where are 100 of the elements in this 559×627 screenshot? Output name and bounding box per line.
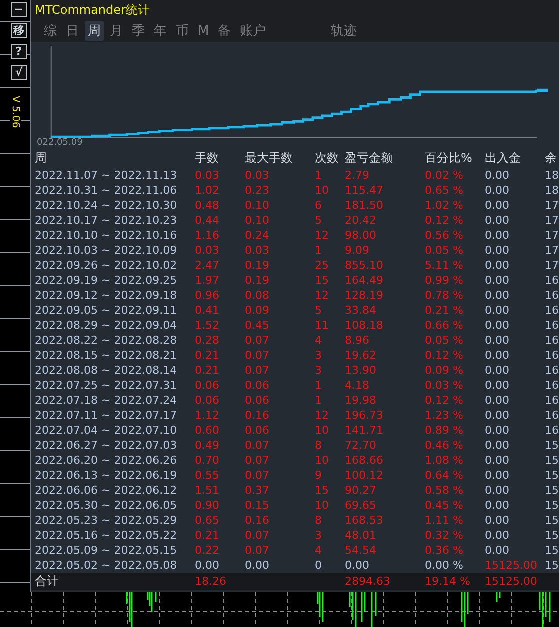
table-cell-text: 2022.09.26 ~ 2022.10.02 <box>35 258 178 273</box>
tab[interactable]: 备 <box>215 21 234 41</box>
tab[interactable]: 周 <box>85 21 104 41</box>
table-cell-text: 108.18 <box>345 318 384 333</box>
tab[interactable]: 日 <box>63 21 82 41</box>
table-cell: 15 <box>545 558 559 573</box>
table-cell-text: 2022.11.07 ~ 2022.11.13 <box>35 168 178 183</box>
table-cell-text: 0.21 <box>195 528 220 543</box>
tool-button[interactable]: 移 <box>11 23 27 38</box>
table-cell-text: 0.00 <box>485 288 510 303</box>
table-cell-text: 10 <box>315 183 330 198</box>
tab[interactable]: 账户 <box>237 21 270 41</box>
tool-button[interactable]: ? <box>11 44 27 59</box>
table-cell-text: 0.23 <box>245 183 270 198</box>
total-label: 合计 <box>35 573 60 590</box>
tab[interactable]: 轨迹 <box>328 21 360 41</box>
table-cell-text: 33.84 <box>345 303 378 318</box>
table-cell-text: 1.11 % <box>425 513 464 528</box>
table-cell-text: 0.06 <box>245 393 270 408</box>
table-cell-text: 2022.10.10 ~ 2022.10.16 <box>35 228 178 243</box>
column-header: 盈亏金额 <box>345 150 394 167</box>
table-cell-text: 0.03 <box>195 168 220 183</box>
table-cell-text: 0.16 <box>245 408 270 423</box>
table-cell-text: 12 <box>315 228 330 243</box>
table-cell-text: 20.42 <box>345 213 378 228</box>
tab[interactable]: 综 <box>41 21 60 41</box>
table-cell: 16 <box>545 318 559 333</box>
table-cell-text: 0.06 <box>245 378 270 393</box>
tab[interactable]: 季 <box>129 21 148 41</box>
table-cell-text: 0.00 <box>485 273 510 288</box>
tab[interactable]: 月 <box>107 21 126 41</box>
tool-button[interactable]: √ <box>11 65 27 80</box>
table-cell-text: 8 <box>315 513 323 528</box>
table-cell-text: 2022.10.24 ~ 2022.10.30 <box>35 198 178 213</box>
table-cell-text: 0.08 <box>245 288 270 303</box>
column-header: 出入金 <box>485 150 522 167</box>
table-cell-text: 2022.05.30 ~ 2022.06.05 <box>35 498 178 513</box>
table-cell-text: 1.08 % <box>425 453 464 468</box>
table-cell-text: 0.00 <box>485 243 510 258</box>
table-cell-text: 0.64 % <box>425 468 464 483</box>
table-cell-text: 19.14 % <box>425 575 472 588</box>
table-cell-text: 0.10 <box>245 213 270 228</box>
table-cell-text: 0.05 % <box>425 243 464 258</box>
table-cell: 17 <box>545 258 559 273</box>
table-cell-text: 54.54 <box>345 543 378 558</box>
table-cell-text: 0.12 % <box>425 348 464 363</box>
table-cell-text: 0.06 <box>195 393 220 408</box>
table-cell: 15 <box>545 438 559 453</box>
table-cell-text: 0.07 <box>245 468 270 483</box>
table-cell-text: 0.65 <box>195 513 220 528</box>
table-cell: 17 <box>545 243 559 258</box>
table-cell-text: 0.37 <box>245 483 270 498</box>
tab[interactable]: M <box>195 22 212 40</box>
table-cell-text: 0.00 <box>485 378 510 393</box>
table-cell-text: 0.00 <box>485 228 510 243</box>
table-cell-text: 0.12 % <box>425 393 464 408</box>
table-cell: 16 <box>545 288 559 303</box>
table-cell-text: 10 <box>315 423 330 438</box>
tool-button[interactable]: − <box>11 2 27 17</box>
table-cell-text: 128.19 <box>345 288 384 303</box>
table-cell-text: 2022.06.27 ~ 2022.07.03 <box>35 438 178 453</box>
table-cell-text: 8 <box>315 438 323 453</box>
table-cell-text: 115.47 <box>345 183 384 198</box>
table-cell-text: 0.00 <box>485 543 510 558</box>
table-cell: 15 <box>545 543 559 558</box>
table-cell-text: 2022.05.23 ~ 2022.05.29 <box>35 513 178 528</box>
table-cell-text: 0.36 % <box>425 543 464 558</box>
table-cell-text: 0.55 <box>195 468 220 483</box>
table-cell-text: 0.00 <box>195 558 220 573</box>
table-cell-text: 1 <box>315 378 323 393</box>
table-cell-text: 0.03 <box>245 168 270 183</box>
table-cell-text: 9 <box>315 468 323 483</box>
table-cell-text: 0.09 <box>245 303 270 318</box>
table-cell-text: 1.02 % <box>425 198 464 213</box>
tab[interactable]: 币 <box>173 21 192 41</box>
tab[interactable]: 年 <box>151 21 170 41</box>
table-cell-text: 0.00 <box>485 393 510 408</box>
table-cell-text: 19.98 <box>345 393 378 408</box>
table-cell-text: 4 <box>315 333 323 348</box>
table-cell: 15 <box>545 498 559 513</box>
table-cell-text: 2022.08.29 ~ 2022.09.04 <box>35 318 178 333</box>
table-cell-text: 0.44 <box>195 213 220 228</box>
table-cell-text: 2.47 <box>195 258 220 273</box>
table-cell-text: 2022.10.31 ~ 2022.11.06 <box>35 183 178 198</box>
table-cell-text: 0.00 <box>485 168 510 183</box>
table-cell-text: 164.49 <box>345 273 384 288</box>
table-cell-text: 0.06 <box>245 423 270 438</box>
table-cell-text: 72.70 <box>345 438 378 453</box>
column-header: 余 <box>545 150 558 167</box>
table-cell-text: 3 <box>315 363 323 378</box>
table-cell-text: 10 <box>315 498 330 513</box>
table-cell-text: 4.18 <box>345 378 370 393</box>
table-cell: 16 <box>545 303 559 318</box>
table-cell-text: 69.65 <box>345 498 378 513</box>
table-cell-text: 0.03 <box>195 243 220 258</box>
column-header: 次数 <box>315 150 340 167</box>
axis-label: 022.05.09 <box>37 138 83 148</box>
table-cell-text: 0.56 % <box>425 228 464 243</box>
table-cell-text: 0.21 <box>195 348 220 363</box>
table-cell-text: 0.45 <box>245 318 270 333</box>
